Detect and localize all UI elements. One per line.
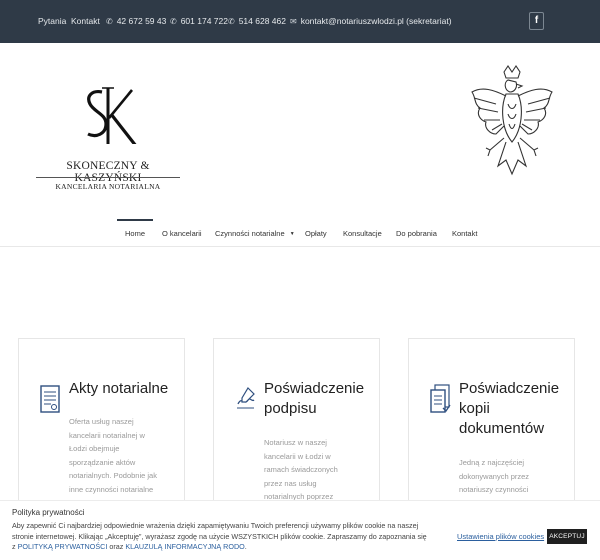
nav-item-czynnosci-label: Czynności notarialne: [215, 229, 285, 238]
top-bar: Pytania Kontakt ✆ 42 672 59 43 ✆ 601 174 7…: [0, 0, 600, 43]
service-card-kopie[interactable]: Poświadczenie kopii dokumentów Jedną z n…: [408, 338, 575, 508]
card-desc-line: kancelarii notarialnej w: [69, 430, 145, 440]
phone-icon: ✆: [106, 17, 113, 26]
nav-link-pytania[interactable]: Pytania: [38, 16, 66, 26]
cookie-banner: Polityka prywatności Aby zapewnić Ci naj…: [0, 500, 600, 560]
chevron-down-icon: ▼: [289, 231, 295, 237]
firm-subtitle: KANCELARIA NOTARIALNA: [55, 182, 161, 191]
nav-item-czynnosci[interactable]: Czynności notarialne ▼: [215, 229, 295, 238]
nav-item-oplaty[interactable]: Opłaty: [305, 229, 327, 238]
card-title: Akty notarialne: [69, 379, 179, 399]
cookie-text: Aby zapewnić Ci najbardziej odpowiednie …: [12, 521, 432, 553]
phone-2-number: 601 174 722: [180, 16, 228, 26]
logo-divider: [36, 177, 180, 178]
card-desc-line: notariuszy czynności: [459, 485, 529, 494]
nav-item-home[interactable]: Home: [125, 229, 145, 238]
cookie-text-line: z POLITYKĄ PRYWATNOŚCI oraz KLAUZULĄ INF…: [12, 542, 247, 551]
card-desc-line: Łodzi obejmuje: [69, 444, 120, 453]
card-desc-line: sporządzanie aktów: [69, 457, 136, 467]
card-title-line: dokumentów: [459, 420, 545, 437]
phone-2[interactable]: ✆ 601 174 722: [170, 16, 228, 26]
nav-item-konsultacje[interactable]: Konsultacje: [343, 229, 382, 238]
card-title-line: podpisu: [264, 400, 317, 417]
phone-1-number: 42 672 59 43: [116, 16, 167, 26]
nav-link-kontakt[interactable]: Kontakt: [71, 16, 100, 26]
card-description: Oferta usług naszej kancelarii notarialn…: [69, 415, 169, 496]
cookie-text-line: Aby zapewnić Ci najbardziej odpowiednie …: [12, 521, 419, 530]
cookie-text-fragment: z: [12, 542, 16, 551]
cookie-title: Polityka prywatności: [12, 508, 85, 517]
card-title: Poświadczenie kopii dokumentów: [459, 379, 569, 439]
facebook-icon[interactable]: f: [529, 12, 544, 30]
document-icon: [40, 385, 60, 413]
nav-item-o-kancelarii[interactable]: O kancelarii: [162, 229, 202, 238]
envelope-icon: ✉: [290, 17, 297, 26]
rodo-clause-link[interactable]: KLAUZULĄ INFORMACYJNĄ RODO: [125, 542, 244, 551]
phone-3[interactable]: ✆ 514 628 462: [228, 16, 286, 26]
card-desc-line: Jedną z najczęściej: [459, 458, 525, 467]
cookie-text-line: stronie internetowej. Klikając „Akceptuj…: [12, 531, 427, 541]
phone-icon: ✆: [170, 17, 177, 26]
active-nav-indicator: [117, 219, 153, 221]
card-description: Jedną z najczęściej dokonywanych przez n…: [459, 456, 559, 497]
card-desc-line: notarialnych. Podobnie jak: [69, 471, 157, 480]
card-desc-line: Notariusz w naszej: [264, 438, 327, 447]
sk-monogram-icon: [87, 87, 137, 144]
card-desc-line: ramach świadczonych: [264, 465, 338, 474]
email-text: kontakt@notariuszwlodzi.pl (sekretariat): [300, 16, 452, 26]
privacy-policy-link[interactable]: POLITYKĄ PRYWATNOŚCI: [18, 542, 108, 551]
nav-divider: [0, 246, 600, 247]
card-title: Poświadczenie podpisu: [264, 379, 374, 419]
phone-3-number: 514 628 462: [238, 16, 286, 26]
copy-document-icon: [430, 384, 451, 413]
card-desc-line: inne czynności notarialne: [69, 484, 154, 494]
phone-icon: ✆: [228, 17, 235, 26]
card-description: Notariusz w naszej kancelarii w Łodzi w …: [264, 436, 364, 504]
service-card-podpis[interactable]: Poświadczenie podpisu Notariusz w naszej…: [213, 338, 380, 508]
card-desc-line: Oferta usług naszej: [69, 417, 134, 426]
card-desc-line: przez nas usług: [264, 478, 317, 488]
card-title-line: Poświadczenie: [459, 380, 560, 397]
polish-eagle-emblem-icon: [471, 65, 553, 176]
accept-cookies-button[interactable]: AKCEPTUJ: [547, 529, 587, 544]
card-title-line: Poświadczenie: [264, 380, 365, 397]
card-desc-line: kancelarii w Łodzi w: [264, 451, 331, 461]
card-desc-line: dokonywanych przez: [459, 471, 530, 481]
service-card-akty[interactable]: Akty notarialne Oferta usług naszej kanc…: [18, 338, 185, 508]
cookie-settings-link[interactable]: Ustawienia plików cookies: [457, 532, 544, 541]
firm-name: SKONECZNY & KASZYŃSKI: [66, 160, 150, 184]
site-logo[interactable]: SKONECZNY & KASZYŃSKI KANCELARIA NOTARIA…: [36, 80, 186, 210]
nav-item-kontakt[interactable]: Kontakt: [452, 229, 477, 238]
phone-1[interactable]: ✆ 42 672 59 43: [106, 16, 166, 26]
email-link[interactable]: ✉ kontakt@notariuszwlodzi.pl (sekretariat…: [290, 16, 452, 26]
card-title-line: kopii: [459, 400, 490, 417]
cookie-text-fragment: oraz: [109, 542, 124, 551]
card-title-line: Akty notarialne: [69, 380, 169, 397]
signature-icon: [237, 387, 255, 409]
nav-item-do-pobrania[interactable]: Do pobrania: [396, 229, 437, 238]
